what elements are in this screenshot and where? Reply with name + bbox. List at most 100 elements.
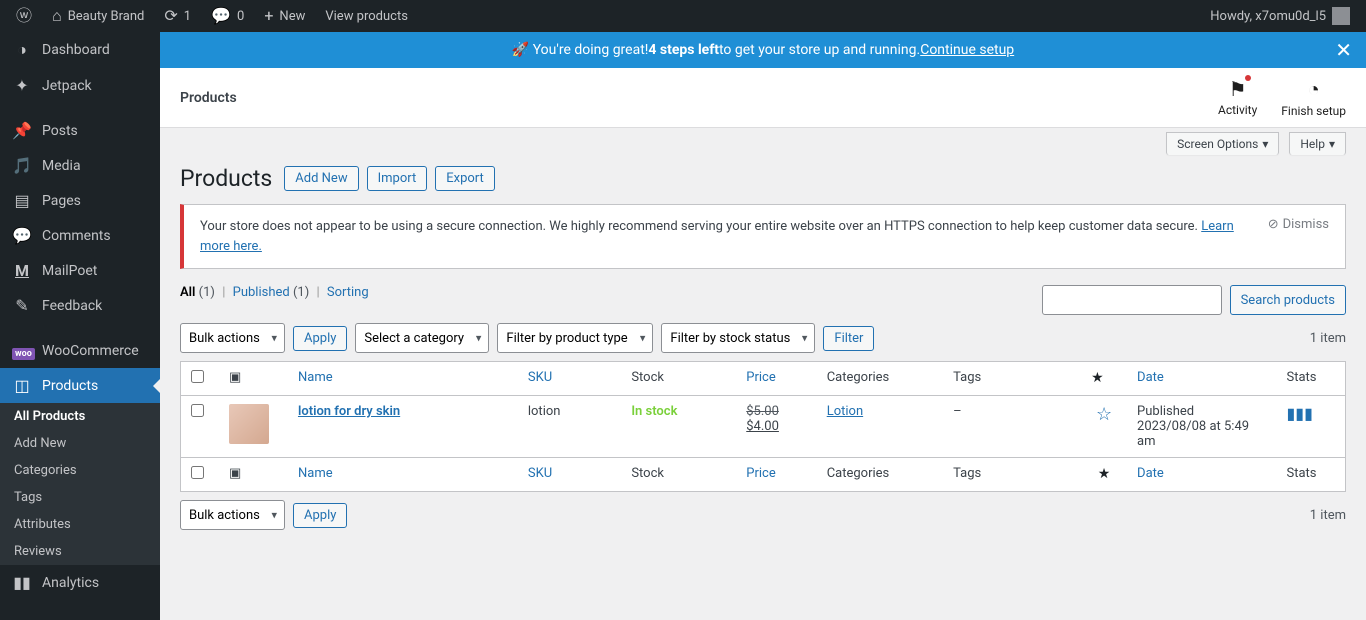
view-products-label: View products [325,9,408,24]
date-status: Published [1137,404,1194,419]
wordpress-icon: ⓦ [16,8,32,24]
dismiss-button[interactable]: ⊘Dismiss [1268,217,1329,232]
col-price[interactable]: Price [746,370,775,385]
analytics-icon: ▮▮ [12,573,32,592]
stock-status-filter-select[interactable]: Filter by stock status [661,323,815,353]
new-link[interactable]: +New [256,0,313,32]
search-input[interactable] [1042,285,1222,315]
sidebar-item-jetpack[interactable]: ✦Jetpack [0,68,160,103]
product-category-link[interactable]: Lotion [827,404,863,419]
products-icon: ◫ [12,376,32,395]
item-count-bottom: 1 item [1310,508,1346,523]
site-link[interactable]: ⌂Beauty Brand [44,0,152,32]
image-icon: ▣ [229,466,241,481]
view-products-link[interactable]: View products [317,0,416,32]
bulk-actions-select-bottom[interactable]: Bulk actions [180,500,285,530]
col-categories: Categories [827,370,890,385]
mailpoet-icon: M [12,261,32,280]
activity-button[interactable]: ⚑ Activity [1218,77,1257,118]
chevron-down-icon: ▾ [1262,137,1268,151]
filter-all[interactable]: All [180,285,195,300]
updates-link[interactable]: ⟳1 [156,0,199,32]
sidebar-item-woocommerce[interactable]: wooWooCommerce [0,333,160,368]
status-filter-links: All (1) | Published (1) | Sorting [180,285,1026,300]
tablenav-top: Bulk actions Apply Select a category Fil… [180,323,1346,353]
continue-setup-link[interactable]: Continue setup [920,42,1014,58]
col-date[interactable]: Date [1137,370,1164,385]
screen-options-tab[interactable]: Screen Options▾ [1166,132,1279,155]
import-button[interactable]: Import [367,166,428,191]
sidebar-item-analytics[interactable]: ▮▮Analytics [0,565,160,600]
col-name[interactable]: Name [298,370,333,385]
filter-published[interactable]: Published [233,285,290,300]
col-price[interactable]: Price [746,466,775,481]
pin-icon: 📌 [12,121,32,140]
featured-toggle[interactable]: ☆ [1096,404,1112,425]
col-name[interactable]: Name [298,466,333,481]
products-table: ▣ Name SKU Stock Price Categories Tags ★… [180,361,1346,492]
product-type-filter-select[interactable]: Filter by product type [497,323,653,353]
sub-reviews[interactable]: Reviews [0,538,160,565]
col-sku[interactable]: SKU [528,466,552,481]
avatar-icon [1332,7,1350,25]
filter-sorting[interactable]: Sorting [327,285,369,300]
help-tab[interactable]: Help▾ [1289,132,1346,155]
feedback-icon: ✎ [12,296,32,315]
sub-add-new[interactable]: Add New [0,430,160,457]
bulk-actions-select[interactable]: Bulk actions [180,323,285,353]
plus-icon: + [264,8,273,24]
product-thumbnail[interactable] [229,404,269,444]
apply-bulk-button[interactable]: Apply [293,326,347,351]
comments-link[interactable]: 💬0 [203,0,252,32]
col-stock: Stock [631,370,664,385]
banner-prefix: You're doing great! [533,42,649,58]
stats-link[interactable]: ▮▮▮ [1286,404,1312,423]
comment-icon: 💬 [211,8,231,24]
sidebar-item-products[interactable]: ◫Products [0,368,160,403]
date-time: 2023/08/08 at 5:49 am [1137,419,1249,449]
header-bar: Products ⚑ Activity ◔ Finish setup [160,68,1366,128]
wp-logo[interactable]: ⓦ [8,0,40,32]
chevron-down-icon: ▾ [1329,137,1335,151]
export-button[interactable]: Export [435,166,495,191]
row-checkbox[interactable] [191,404,204,417]
howdy-text: Howdy, x7omu0d_l5 [1210,9,1326,24]
select-all-checkbox[interactable] [191,370,204,383]
sub-tags[interactable]: Tags [0,484,160,511]
apply-bulk-button-bottom[interactable]: Apply [293,503,347,528]
flag-icon: ⚑ [1229,77,1247,101]
sidebar-item-comments[interactable]: 💬Comments [0,218,160,253]
sub-all-products[interactable]: All Products [0,403,160,430]
filter-button[interactable]: Filter [823,326,874,351]
col-tags: Tags [953,370,981,385]
category-filter-select[interactable]: Select a category [355,323,489,353]
site-name: Beauty Brand [68,9,145,24]
finish-setup-button[interactable]: ◔ Finish setup [1281,77,1346,118]
sidebar-item-pages[interactable]: ▤Pages [0,183,160,218]
sidebar-item-posts[interactable]: 📌Posts [0,113,160,148]
comments-count: 0 [237,9,244,24]
setup-banner: 🚀 You're doing great! 4 steps left to ge… [160,32,1366,68]
close-icon: ⊘ [1268,217,1279,232]
sidebar-item-mailpoet[interactable]: MMailPoet [0,253,160,288]
sub-attributes[interactable]: Attributes [0,511,160,538]
search-products-button[interactable]: Search products [1230,285,1346,315]
col-date[interactable]: Date [1137,466,1164,481]
media-icon: 🎵 [12,156,32,175]
tablenav-bottom: Bulk actions Apply 1 item [180,500,1346,530]
price-new: $4.00 [746,419,779,434]
sidebar-item-media[interactable]: 🎵Media [0,148,160,183]
star-icon: ★ [1098,466,1111,482]
update-icon: ⟳ [164,8,177,24]
sub-categories[interactable]: Categories [0,457,160,484]
banner-close[interactable]: ✕ [1335,38,1352,62]
progress-icon: ◔ [1308,77,1320,102]
add-new-button[interactable]: Add New [284,166,358,191]
col-sku[interactable]: SKU [528,370,552,385]
sidebar-item-feedback[interactable]: ✎Feedback [0,288,160,323]
select-all-checkbox-bottom[interactable] [191,466,204,479]
jetpack-icon: ✦ [12,76,32,95]
product-name-link[interactable]: lotion for dry skin [298,404,400,419]
sidebar-item-dashboard[interactable]: ◑Dashboard [0,32,160,68]
howdy-link[interactable]: Howdy, x7omu0d_l5 [1202,0,1358,32]
